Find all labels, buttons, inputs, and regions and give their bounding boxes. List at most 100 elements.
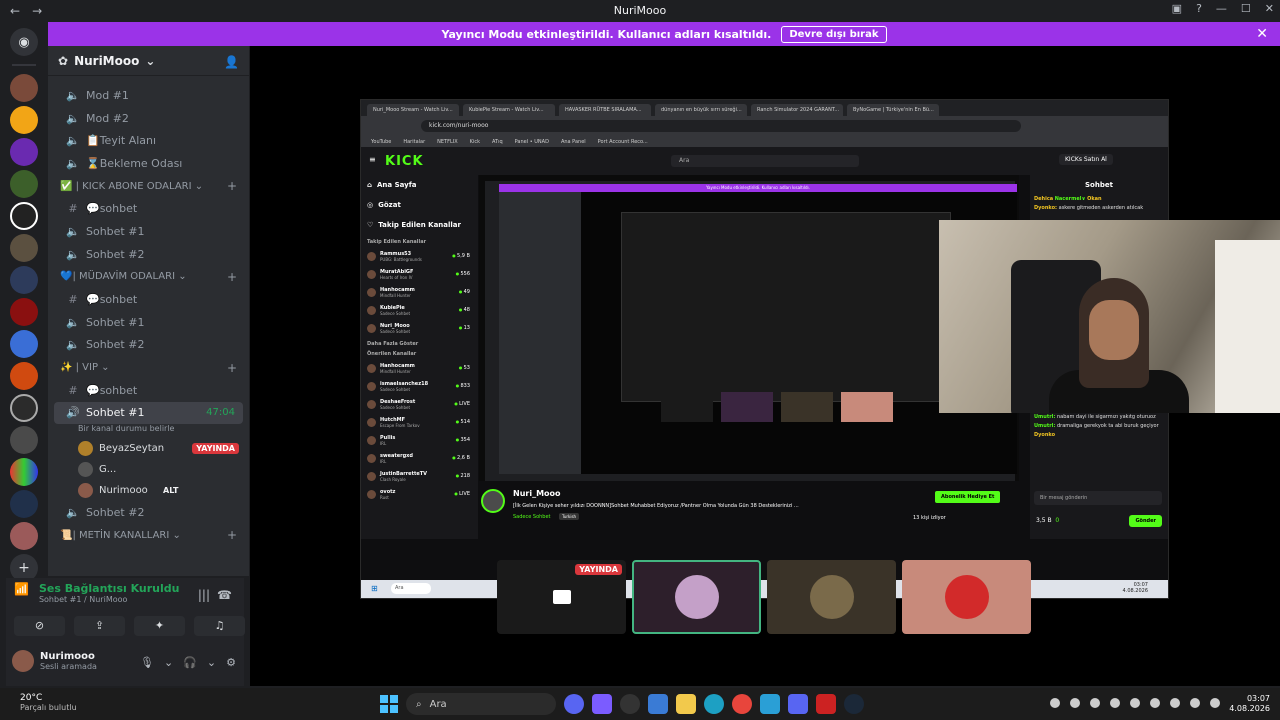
shared-screen[interactable]: Nuri_Mooo Stream - Watch Liv... KubiePie…	[360, 99, 1280, 599]
server-icon[interactable]	[10, 362, 38, 390]
add-channel-icon[interactable]: +	[227, 361, 237, 375]
text-channel[interactable]: # 💬sohbet	[54, 288, 243, 311]
forward-icon[interactable]: →	[32, 4, 42, 18]
server-icon[interactable]	[10, 170, 38, 198]
voice-channel[interactable]: 🔈 📋Teyit Alanı	[54, 129, 243, 152]
tray-icon[interactable]	[1150, 698, 1160, 708]
category-header[interactable]: ✅ | KICK ABONE ODALARI ⌄ +	[48, 175, 249, 198]
server-icon[interactable]	[10, 234, 38, 262]
tray-icon[interactable]	[1130, 698, 1140, 708]
server-icon[interactable]	[10, 522, 38, 550]
tray-icon[interactable]	[1170, 698, 1180, 708]
tray-icon[interactable]	[1050, 698, 1060, 708]
file-explorer-icon[interactable]	[676, 694, 696, 714]
noise-suppression-icon[interactable]: |||	[198, 588, 210, 602]
server-icon[interactable]	[10, 106, 38, 134]
edge-icon[interactable]	[704, 694, 724, 714]
voice-channel[interactable]: 🔈 Sohbet #2	[54, 501, 243, 524]
close-banner-icon[interactable]: ✕	[1256, 26, 1268, 42]
activities-button[interactable]: ✦	[134, 616, 185, 636]
text-channel[interactable]: # 💬sohbet	[54, 379, 243, 402]
text-channel[interactable]: # 💬sohbet	[54, 197, 243, 220]
voice-channel[interactable]: 🔈 Mod #2	[54, 107, 243, 130]
voice-channel[interactable]: 🔈 Sohbet #2	[54, 334, 243, 357]
camera-button[interactable]: ⊘	[14, 616, 65, 636]
disable-streamer-mode-button[interactable]: Devre dışı bırak	[781, 25, 887, 43]
participant-tile[interactable]	[767, 560, 896, 634]
windows-taskbar: 20°C Parçalı bulutlu ⌕ Ara 03:07 4.08.202…	[0, 688, 1280, 720]
soundboard-button[interactable]: ♫	[194, 616, 245, 636]
server-icon[interactable]	[10, 138, 38, 166]
active-voice-channel[interactable]: 🔊 Sohbet #1 47:04	[54, 401, 243, 425]
invite-icon[interactable]: 👤	[224, 55, 239, 69]
back-icon[interactable]: ←	[10, 4, 20, 18]
microphone-icon[interactable]: 🎙	[140, 656, 154, 669]
windows-start-icon[interactable]	[380, 695, 398, 713]
headphones-icon[interactable]: 🎧	[183, 656, 197, 669]
inbox-icon[interactable]: ▣	[1172, 2, 1182, 15]
user-area[interactable]: Nurimooo Sesli aramada	[12, 650, 97, 672]
clock[interactable]: 03:07 4.08.2026	[1229, 694, 1270, 714]
disconnect-icon[interactable]: ☎	[217, 588, 232, 602]
voice-user[interactable]: G...	[48, 459, 249, 480]
app-icon[interactable]	[760, 694, 780, 714]
add-channel-icon[interactable]: +	[227, 528, 237, 542]
voice-user[interactable]: Nurimooo ALT	[48, 480, 249, 501]
tray-icon[interactable]	[1070, 698, 1080, 708]
server-icon[interactable]	[10, 266, 38, 294]
tray-icon[interactable]	[1190, 698, 1200, 708]
screen-share-button[interactable]: ⇪	[74, 616, 125, 636]
app-icon[interactable]	[620, 694, 640, 714]
discord-icon[interactable]	[788, 694, 808, 714]
tray-icon[interactable]	[1210, 698, 1220, 708]
server-icon[interactable]	[10, 202, 38, 230]
category-header[interactable]: 💙| MÜDAVİM ODALARI ⌄ +	[48, 266, 249, 289]
help-icon[interactable]: ?	[1196, 2, 1202, 15]
app-icon[interactable]	[648, 694, 668, 714]
voice-channel[interactable]: 🔈 ⌛Bekleme Odası	[54, 152, 243, 175]
gear-icon[interactable]: ⚙	[226, 656, 236, 669]
voice-channel[interactable]: 🔈 Sohbet #1	[54, 220, 243, 243]
channel-status[interactable]: Bir kanal durumu belirle	[48, 424, 249, 438]
server-icon[interactable]	[10, 490, 38, 518]
server-icon[interactable]	[10, 330, 38, 358]
maximize-icon[interactable]: ☐	[1241, 2, 1251, 15]
title-bar: ← → NuriMooo ▣ ? — ☐ ✕	[0, 0, 1280, 21]
voice-channel[interactable]: 🔈 Sohbet #1	[54, 311, 243, 334]
category-header[interactable]: ✨ | VIP ⌄ +	[48, 356, 249, 379]
server-icon[interactable]	[10, 298, 38, 326]
voice-user[interactable]: BeyazSeytan YAYINDA	[48, 438, 249, 459]
chrome-icon[interactable]	[732, 694, 752, 714]
taskbar-search[interactable]: ⌕ Ara	[406, 693, 556, 715]
avatar	[12, 650, 34, 672]
heart-icon: ♡	[367, 221, 374, 229]
app-icon[interactable]	[816, 694, 836, 714]
close-window-icon[interactable]: ✕	[1265, 2, 1274, 15]
server-icon[interactable]	[10, 394, 38, 422]
add-channel-icon[interactable]: +	[227, 270, 237, 284]
chevron-down-icon[interactable]: ⌄	[207, 656, 216, 669]
voice-status[interactable]: 📶 Ses Bağlantısı Kuruldu Sohbet #1 / Nur…	[14, 582, 180, 604]
stream-tile[interactable]: YAYINDA	[497, 560, 626, 634]
server-icon[interactable]	[10, 426, 38, 454]
participant-tile[interactable]	[902, 560, 1031, 634]
tray-icon[interactable]	[1110, 698, 1120, 708]
category-header[interactable]: 📜| METİN KANALLARI ⌄ +	[48, 524, 249, 547]
server-icon[interactable]	[10, 74, 38, 102]
participant-tile[interactable]	[632, 560, 761, 634]
server-header[interactable]: ✿ NuriMooo ⌄ 👤	[48, 46, 249, 76]
voice-channel[interactable]: 🔈 Mod #1	[54, 84, 243, 107]
add-channel-icon[interactable]: +	[227, 179, 237, 193]
app-icon[interactable]	[592, 694, 612, 714]
chevron-down-icon[interactable]: ⌄	[164, 656, 173, 669]
bookmark: ATıq	[491, 138, 503, 145]
discord-home-icon[interactable]: ◉	[10, 28, 38, 56]
server-icon[interactable]	[10, 458, 38, 486]
tray-icon[interactable]	[1090, 698, 1100, 708]
steam-icon[interactable]	[844, 694, 864, 714]
voice-channel[interactable]: 🔈 Sohbet #2	[54, 243, 243, 266]
minimize-icon[interactable]: —	[1216, 2, 1227, 15]
app-icon[interactable]	[564, 694, 584, 714]
stream-stage: Nuri_Mooo Stream - Watch Liv... KubiePie…	[250, 46, 1280, 686]
weather-widget[interactable]: 20°C Parçalı bulutlu	[20, 693, 77, 712]
